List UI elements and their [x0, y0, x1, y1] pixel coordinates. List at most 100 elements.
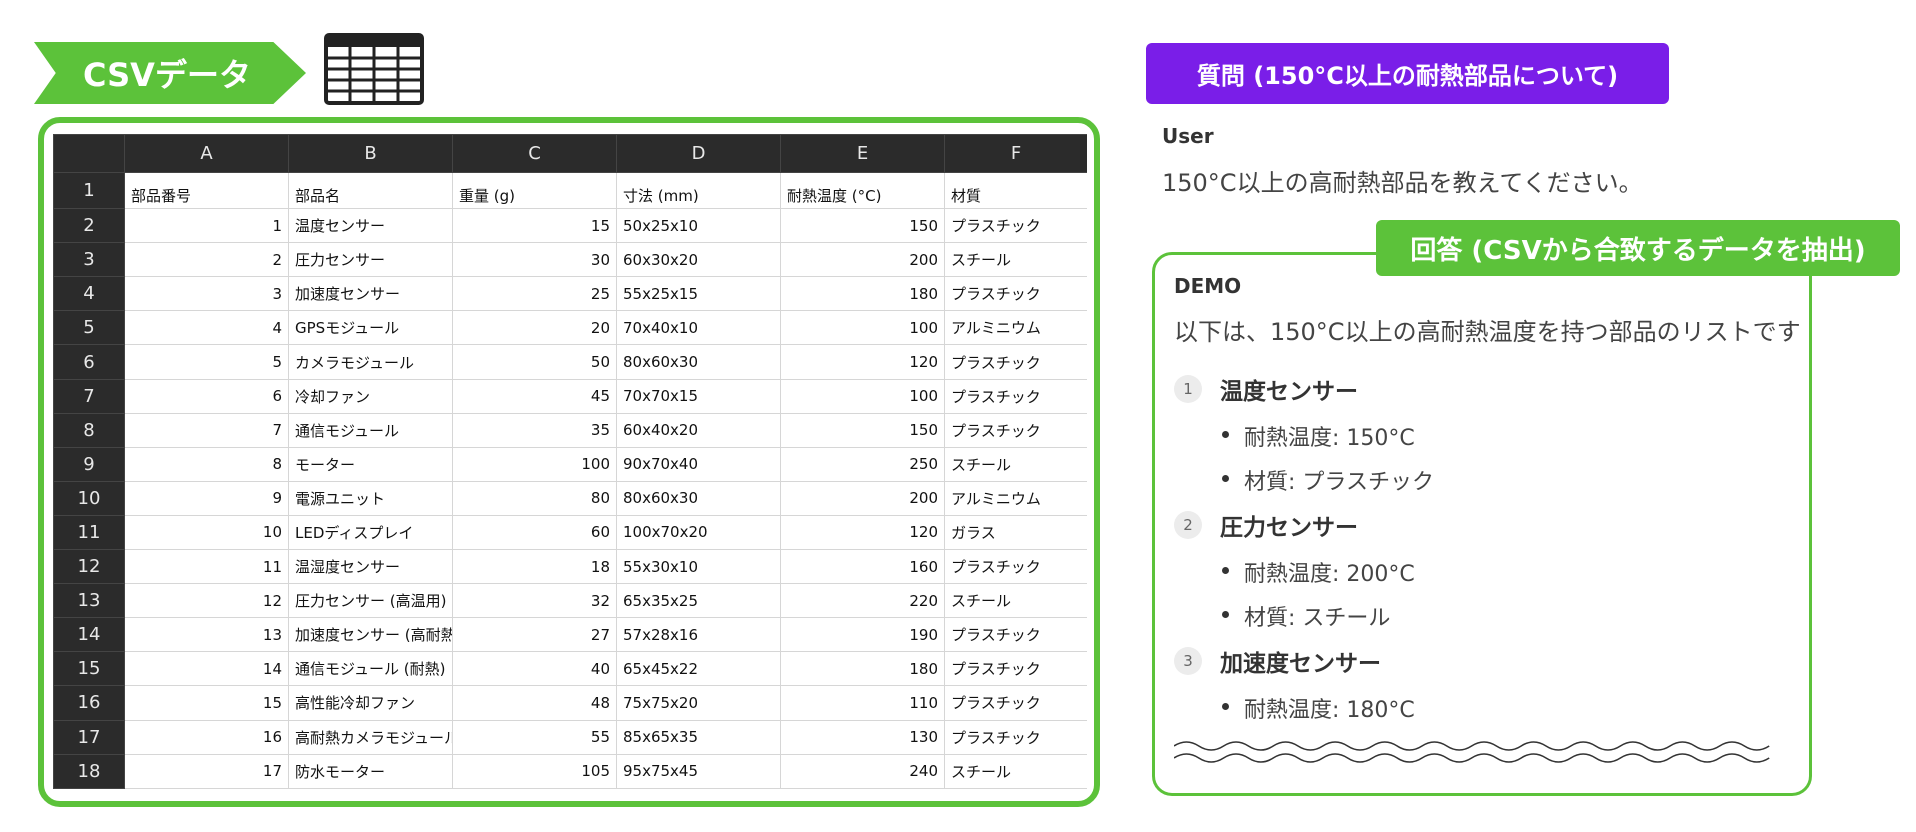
row-number[interactable]: 13 — [53, 583, 125, 619]
row-number[interactable]: 3 — [53, 242, 125, 278]
row-number[interactable]: 12 — [53, 549, 125, 585]
row-number[interactable]: 11 — [53, 514, 125, 551]
cell[interactable]: 60x40x20 — [616, 412, 781, 448]
cell[interactable]: 40 — [452, 651, 617, 687]
cell[interactable]: 25 — [452, 276, 617, 312]
cell[interactable]: 通信モジュール (耐熱) — [288, 651, 453, 687]
cell[interactable]: 部品番号 — [124, 171, 289, 210]
cell[interactable]: 圧力センサー (高温用) — [288, 583, 453, 619]
column-header-f[interactable]: F — [944, 134, 1087, 173]
cell[interactable]: 1 — [124, 208, 289, 244]
cell[interactable]: 120 — [780, 344, 945, 380]
cell[interactable]: 80x60x30 — [616, 480, 781, 516]
cell[interactable]: 100x70x20 — [616, 514, 781, 551]
cell[interactable]: 15 — [124, 685, 289, 721]
cell[interactable]: 寸法 (mm) — [616, 171, 781, 210]
cell[interactable]: 材質 — [944, 171, 1087, 210]
cell[interactable]: 30 — [452, 242, 617, 278]
row-number[interactable]: 18 — [53, 753, 125, 789]
cell[interactable]: GPSモジュール — [288, 310, 453, 346]
cell[interactable]: 7 — [124, 412, 289, 448]
cell[interactable]: スチール — [944, 583, 1087, 619]
cell[interactable]: 110 — [780, 685, 945, 721]
cell[interactable]: 17 — [124, 753, 289, 789]
cell[interactable]: プラスチック — [944, 719, 1087, 755]
cell[interactable]: 80x60x30 — [616, 344, 781, 380]
cell[interactable]: 加速度センサー (高耐熱 — [288, 617, 453, 653]
cell[interactable]: 高性能冷却ファン — [288, 685, 453, 721]
cell[interactable]: 18 — [452, 549, 617, 585]
row-number[interactable]: 1 — [53, 171, 125, 210]
cell[interactable]: 9 — [124, 480, 289, 516]
cell[interactable]: 15 — [452, 208, 617, 244]
cell[interactable]: 200 — [780, 480, 945, 516]
cell[interactable]: 65x45x22 — [616, 651, 781, 687]
cell[interactable]: 80 — [452, 480, 617, 516]
row-number[interactable]: 2 — [53, 208, 125, 244]
cell[interactable]: 70x70x15 — [616, 378, 781, 414]
cell[interactable]: 100 — [780, 378, 945, 414]
row-number[interactable]: 15 — [53, 651, 125, 687]
cell[interactable]: 通信モジュール — [288, 412, 453, 448]
cell[interactable]: 85x65x35 — [616, 719, 781, 755]
cell[interactable]: 10 — [124, 514, 289, 551]
cell[interactable]: 220 — [780, 583, 945, 619]
cell[interactable]: 3 — [124, 276, 289, 312]
cell[interactable]: 14 — [124, 651, 289, 687]
corner-cell[interactable] — [53, 134, 125, 173]
cell[interactable]: プラスチック — [944, 651, 1087, 687]
cell[interactable]: 48 — [452, 685, 617, 721]
cell[interactable]: 180 — [780, 651, 945, 687]
cell[interactable]: プラスチック — [944, 208, 1087, 244]
cell[interactable]: 120 — [780, 514, 945, 551]
cell[interactable]: 電源ユニット — [288, 480, 453, 516]
cell[interactable]: 105 — [452, 753, 617, 789]
cell[interactable]: 100 — [452, 446, 617, 482]
row-number[interactable]: 10 — [53, 480, 125, 516]
cell[interactable]: ガラス — [944, 514, 1087, 551]
cell[interactable]: 55x25x15 — [616, 276, 781, 312]
column-header-a[interactable]: A — [124, 134, 289, 173]
cell[interactable]: 加速度センサー — [288, 276, 453, 312]
cell[interactable]: 250 — [780, 446, 945, 482]
cell[interactable]: プラスチック — [944, 344, 1087, 380]
row-number[interactable]: 4 — [53, 276, 125, 312]
row-number[interactable]: 5 — [53, 310, 125, 346]
cell[interactable]: 16 — [124, 719, 289, 755]
cell[interactable]: LEDディスプレイ — [288, 514, 453, 551]
cell[interactable]: アルミニウム — [944, 480, 1087, 516]
cell[interactable]: 45 — [452, 378, 617, 414]
cell[interactable]: プラスチック — [944, 549, 1087, 585]
cell[interactable]: 20 — [452, 310, 617, 346]
cell[interactable]: 150 — [780, 412, 945, 448]
cell[interactable]: 130 — [780, 719, 945, 755]
column-header-e[interactable]: E — [780, 134, 945, 173]
cell[interactable]: スチール — [944, 446, 1087, 482]
column-header-d[interactable]: D — [616, 134, 781, 173]
cell[interactable]: 200 — [780, 242, 945, 278]
cell[interactable]: モーター — [288, 446, 453, 482]
cell[interactable]: 耐熱温度 (°C) — [780, 171, 945, 210]
cell[interactable]: 冷却ファン — [288, 378, 453, 414]
cell[interactable]: 50x25x10 — [616, 208, 781, 244]
cell[interactable]: 温度センサー — [288, 208, 453, 244]
cell[interactable]: 90x70x40 — [616, 446, 781, 482]
cell[interactable]: 32 — [452, 583, 617, 619]
cell[interactable]: 180 — [780, 276, 945, 312]
cell[interactable]: 50 — [452, 344, 617, 380]
cell[interactable]: 高耐熱カメラモジュール — [288, 719, 453, 755]
cell[interactable]: 27 — [452, 617, 617, 653]
cell[interactable]: 11 — [124, 549, 289, 585]
cell[interactable]: 12 — [124, 583, 289, 619]
cell[interactable]: プラスチック — [944, 276, 1087, 312]
cell[interactable]: 圧力センサー — [288, 242, 453, 278]
cell[interactable]: 60x30x20 — [616, 242, 781, 278]
cell[interactable]: カメラモジュール — [288, 344, 453, 380]
row-number[interactable]: 8 — [53, 412, 125, 448]
cell[interactable]: 55x30x10 — [616, 549, 781, 585]
cell[interactable]: 150 — [780, 208, 945, 244]
cell[interactable]: 240 — [780, 753, 945, 789]
cell[interactable]: 4 — [124, 310, 289, 346]
cell[interactable]: 5 — [124, 344, 289, 380]
cell[interactable]: 100 — [780, 310, 945, 346]
